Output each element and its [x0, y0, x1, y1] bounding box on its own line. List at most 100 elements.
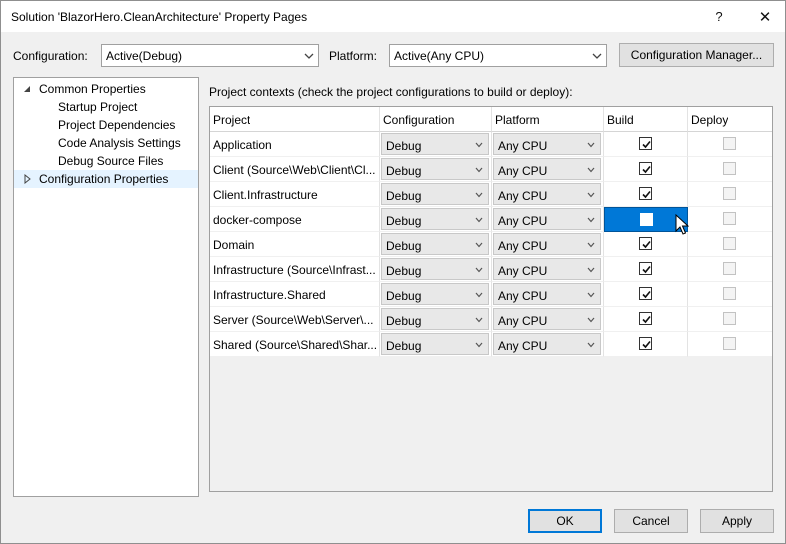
platform-cell-dropdown[interactable]: Any CPU — [493, 308, 601, 330]
deploy-checkbox — [723, 162, 736, 175]
project-cell[interactable]: Server (Source\Web\Server\... — [210, 307, 380, 332]
property-tree: Common Properties Startup Project Projec… — [13, 77, 199, 497]
configuration-cell-dropdown[interactable]: Debug — [381, 208, 489, 230]
tree-item-label: Common Properties — [39, 82, 146, 96]
project-cell[interactable]: Client (Source\Web\Client\Cl... — [210, 157, 380, 182]
build-checkbox[interactable] — [639, 237, 652, 250]
build-checkbox[interactable] — [639, 287, 652, 300]
build-cell[interactable] — [604, 182, 688, 207]
tree-item-project-dependencies[interactable]: Project Dependencies — [14, 116, 198, 134]
platform-cell-dropdown[interactable]: Any CPU — [493, 183, 601, 205]
configuration-dropdown[interactable]: Active(Debug) — [101, 44, 319, 67]
build-checkbox[interactable] — [639, 337, 652, 350]
platform-cell-dropdown[interactable]: Any CPU — [493, 133, 601, 155]
deploy-checkbox — [723, 337, 736, 350]
deploy-checkbox — [723, 287, 736, 300]
configuration-manager-button[interactable]: Configuration Manager... — [619, 43, 774, 67]
property-pages-dialog: Solution 'BlazorHero.CleanArchitecture' … — [0, 0, 786, 544]
configuration-cell-dropdown[interactable]: Debug — [381, 183, 489, 205]
build-cell[interactable] — [604, 282, 688, 307]
platform-cell: Any CPU — [492, 307, 604, 332]
project-cell[interactable]: Client.Infrastructure — [210, 182, 380, 207]
project-cell[interactable]: Domain — [210, 232, 380, 257]
build-cell[interactable] — [604, 307, 688, 332]
column-header-deploy[interactable]: Deploy — [688, 107, 772, 132]
configuration-cell: Debug — [380, 282, 492, 307]
chevron-down-icon — [587, 342, 595, 348]
tree-item-label: Configuration Properties — [39, 172, 169, 186]
build-checkbox[interactable] — [640, 213, 653, 226]
chevron-down-icon — [587, 242, 595, 248]
tree-item-startup-project[interactable]: Startup Project — [14, 98, 198, 116]
window-title: Solution 'BlazorHero.CleanArchitecture' … — [11, 10, 308, 24]
expanded-triangle-icon[interactable] — [22, 84, 32, 94]
configuration-cell-dropdown[interactable]: Debug — [381, 233, 489, 255]
configuration-cell: Debug — [380, 207, 492, 232]
build-checkbox[interactable] — [639, 187, 652, 200]
project-contexts-grid: Project Configuration Platform Build Dep… — [209, 106, 773, 492]
chevron-down-icon — [475, 167, 483, 173]
platform-cell-dropdown[interactable]: Any CPU — [493, 208, 601, 230]
build-cell[interactable] — [604, 257, 688, 282]
configuration-cell-dropdown[interactable]: Debug — [381, 333, 489, 355]
table-row: Client.Infrastructure Debug Any CPU — [210, 182, 772, 207]
table-row: Application Debug Any CPU — [210, 132, 772, 157]
platform-cell-dropdown[interactable]: Any CPU — [493, 333, 601, 355]
build-checkbox[interactable] — [639, 312, 652, 325]
platform-cell: Any CPU — [492, 257, 604, 282]
platform-cell: Any CPU — [492, 282, 604, 307]
configuration-cell-dropdown[interactable]: Debug — [381, 158, 489, 180]
platform-cell-dropdown[interactable]: Any CPU — [493, 283, 601, 305]
cancel-button[interactable]: Cancel — [614, 509, 688, 533]
deploy-cell — [688, 307, 772, 332]
tree-item-common-properties[interactable]: Common Properties — [14, 80, 198, 98]
apply-button[interactable]: Apply — [700, 509, 774, 533]
tree-item-configuration-properties[interactable]: Configuration Properties — [14, 170, 198, 188]
project-cell[interactable]: Infrastructure (Source\Infrast... — [210, 257, 380, 282]
column-header-build[interactable]: Build — [604, 107, 688, 132]
configuration-cell-dropdown[interactable]: Debug — [381, 258, 489, 280]
platform-cell-dropdown[interactable]: Any CPU — [493, 258, 601, 280]
chevron-down-icon — [587, 267, 595, 273]
configuration-cell-dropdown[interactable]: Debug — [381, 283, 489, 305]
build-checkbox[interactable] — [639, 262, 652, 275]
project-cell[interactable]: Application — [210, 132, 380, 157]
tree-item-code-analysis-settings[interactable]: Code Analysis Settings — [14, 134, 198, 152]
deploy-cell — [688, 182, 772, 207]
configuration-cell: Debug — [380, 182, 492, 207]
project-cell[interactable]: docker-compose — [210, 207, 380, 232]
configuration-cell-dropdown[interactable]: Debug — [381, 133, 489, 155]
deploy-checkbox — [723, 237, 736, 250]
help-button[interactable]: ? — [699, 1, 739, 32]
build-cell[interactable] — [604, 332, 688, 357]
tree-item-label: Project Dependencies — [58, 118, 176, 132]
close-button[interactable]: ✕ — [745, 1, 785, 32]
deploy-cell — [688, 332, 772, 357]
platform-cell-dropdown[interactable]: Any CPU — [493, 233, 601, 255]
build-cell[interactable] — [604, 157, 688, 182]
configuration-cell: Debug — [380, 307, 492, 332]
tree-item-debug-source-files[interactable]: Debug Source Files — [14, 152, 198, 170]
platform-dropdown[interactable]: Active(Any CPU) — [389, 44, 607, 67]
project-cell[interactable]: Infrastructure.Shared — [210, 282, 380, 307]
collapsed-triangle-icon[interactable] — [22, 174, 32, 184]
column-header-configuration[interactable]: Configuration — [380, 107, 492, 132]
build-checkbox[interactable] — [639, 137, 652, 150]
build-cell[interactable] — [604, 132, 688, 157]
platform-cell-dropdown[interactable]: Any CPU — [493, 158, 601, 180]
column-header-project[interactable]: Project — [210, 107, 380, 132]
configuration-cell-dropdown[interactable]: Debug — [381, 308, 489, 330]
title-bar[interactable]: Solution 'BlazorHero.CleanArchitecture' … — [1, 1, 785, 32]
platform-cell: Any CPU — [492, 232, 604, 257]
column-header-platform[interactable]: Platform — [492, 107, 604, 132]
configuration-value: Active(Debug) — [106, 49, 183, 63]
chevron-down-icon — [475, 217, 483, 223]
deploy-cell — [688, 282, 772, 307]
table-row: Infrastructure.Shared Debug Any CPU — [210, 282, 772, 307]
build-checkbox[interactable] — [639, 162, 652, 175]
project-cell[interactable]: Shared (Source\Shared\Shar... — [210, 332, 380, 357]
configuration-cell: Debug — [380, 157, 492, 182]
project-contexts-caption: Project contexts (check the project conf… — [209, 85, 573, 99]
table-row: Shared (Source\Shared\Shar... Debug Any CP… — [210, 332, 772, 357]
ok-button[interactable]: OK — [528, 509, 602, 533]
